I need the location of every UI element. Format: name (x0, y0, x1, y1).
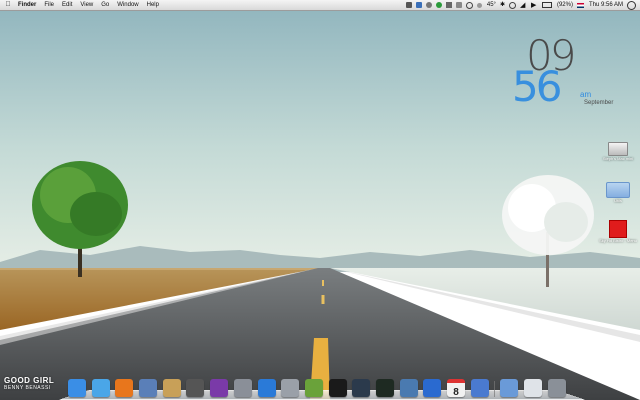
time-machine-icon[interactable] (465, 1, 473, 9)
rocket-icon[interactable] (233, 379, 252, 397)
menu-go[interactable]: Go (101, 0, 109, 10)
desktop-icon-label: Sky Hd Bistro - Menu (599, 238, 637, 243)
preview-icon[interactable] (500, 379, 519, 397)
growl-icon[interactable] (425, 2, 432, 8)
wifi-icon[interactable]: ◢ (520, 2, 527, 9)
spotlight-icon[interactable] (627, 0, 636, 10)
itunes-icon[interactable] (257, 379, 276, 397)
clock-ampm: am (580, 90, 592, 99)
flag-icon[interactable] (576, 2, 584, 8)
clock-minute: 56 (512, 62, 562, 111)
sync-icon[interactable] (508, 1, 516, 9)
dock: 8 (58, 376, 586, 400)
desktop-icon-utils[interactable]: Utils (598, 182, 638, 203)
weather-icon[interactable] (476, 2, 482, 8)
battery-percent[interactable]: (92%) (557, 0, 573, 10)
terminal-icon[interactable] (328, 379, 347, 397)
menu-edit[interactable]: Edit (62, 0, 72, 10)
xcode-icon[interactable] (139, 379, 158, 397)
app-menu-icon[interactable] (445, 2, 452, 8)
word-icon[interactable] (423, 379, 442, 397)
menubar-clock[interactable]: Thu 9:56 AM (589, 0, 623, 10)
dropbox-icon[interactable] (415, 2, 422, 8)
temperature-label[interactable]: 45° (487, 0, 496, 10)
pdf-icon (609, 220, 627, 238)
volume-menu-icon[interactable] (455, 2, 462, 8)
eject-icon[interactable] (186, 379, 205, 397)
dock-separator (494, 381, 496, 397)
calendar-icon[interactable]: 8 (447, 379, 465, 398)
menu-bar:  Finder File Edit View Go Window Help 4… (0, 0, 640, 11)
bluetooth-icon[interactable]: ✱ (500, 2, 505, 9)
menu-window[interactable]: Window (117, 0, 138, 10)
now-playing: GOOD GIRL BENNY BENASSI (4, 376, 54, 391)
clock-widget: 09 56 am September (512, 35, 622, 116)
trash-icon[interactable] (547, 379, 566, 397)
folder-icon (606, 182, 630, 198)
clock-month: September (584, 100, 614, 106)
menu-help[interactable]: Help (147, 0, 159, 10)
menu-finder[interactable]: Finder (18, 0, 36, 10)
desktop-icon-mac-mini[interactable]: Steph's Mac mini (598, 142, 638, 161)
minecraft-icon[interactable] (304, 379, 323, 397)
adium-icon[interactable] (210, 379, 229, 397)
hard-drive-icon (608, 142, 628, 156)
tools-icon[interactable] (470, 379, 489, 397)
menu-file[interactable]: File (44, 0, 54, 10)
desktop-icon-label: Steph's Mac mini (602, 156, 634, 161)
firefox-icon[interactable] (115, 379, 134, 397)
utility-icon[interactable] (281, 379, 300, 397)
adium-menu-icon[interactable] (435, 2, 442, 8)
battery-icon[interactable] (541, 2, 552, 8)
song-artist: BENNY BENASSI (4, 385, 51, 391)
menu-extra-icon[interactable] (405, 2, 412, 8)
apple-icon[interactable]:  (4, 0, 12, 10)
archive-icon[interactable] (162, 379, 181, 397)
dock-items: 8 (68, 379, 571, 398)
network-icon[interactable] (399, 379, 418, 397)
finder-icon[interactable] (68, 379, 86, 397)
documents-icon[interactable] (524, 379, 543, 397)
desktop[interactable]:  Finder File Edit View Go Window Help 4… (0, 0, 640, 400)
song-title: GOOD GIRL (4, 376, 55, 385)
desktop-icon-menu-pdf[interactable]: Sky Hd Bistro - Menu (598, 220, 638, 243)
volume-icon[interactable]: ▶ (531, 2, 538, 9)
lightroom-icon[interactable] (352, 379, 371, 397)
desktop-icon-label: Utils (614, 198, 622, 203)
safari-icon[interactable] (91, 379, 110, 397)
activity-monitor-icon[interactable] (375, 379, 394, 397)
menu-view[interactable]: View (80, 0, 93, 10)
